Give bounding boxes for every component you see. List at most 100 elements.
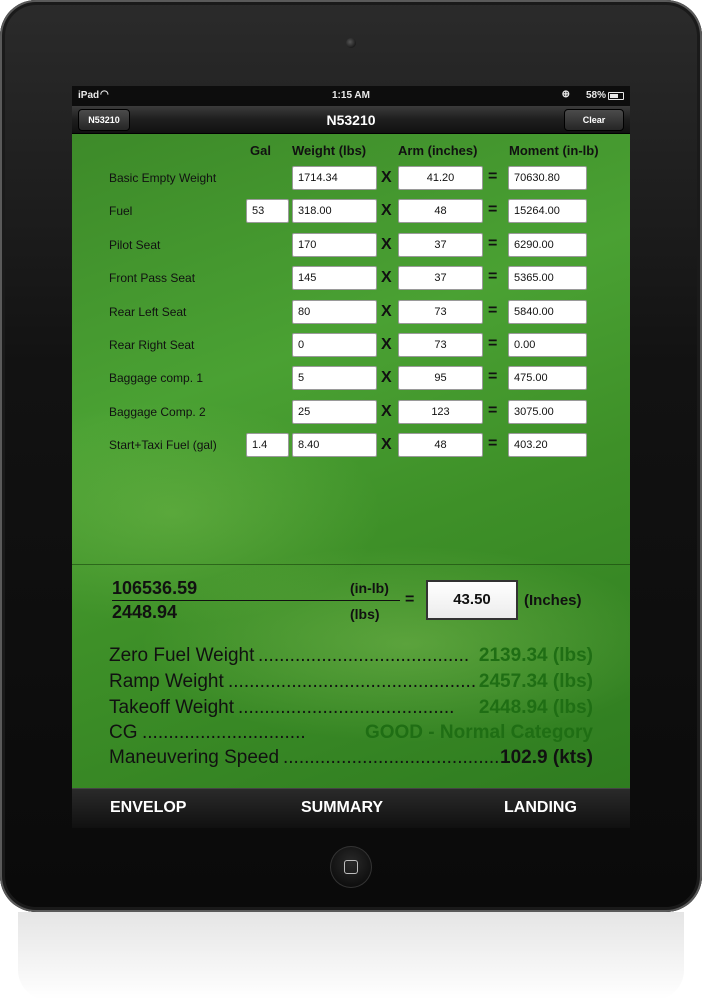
moment-field[interactable]: 6290.00 <box>508 233 587 257</box>
ipad-frame: iPad ◠ 1:15 AM ⊕ 58% N53210 N53210 Clear… <box>0 0 702 912</box>
equals-sign: = <box>488 335 498 352</box>
moment-field[interactable]: 70630.80 <box>508 166 587 190</box>
weight-unit: (lbs) <box>350 606 380 622</box>
summary-value: GOOD - Normal Category <box>364 722 593 743</box>
row-label: Start+Taxi Fuel (gal) <box>109 438 217 452</box>
tab-landing[interactable]: LANDING <box>504 799 577 817</box>
equals-sign: = <box>488 435 498 452</box>
summary-row: Takeoff Weight..........................… <box>109 697 593 721</box>
equals-sign: = <box>488 268 498 285</box>
moment-field[interactable]: 5365.00 <box>508 266 587 290</box>
weight-field[interactable]: 8.40 <box>292 433 377 457</box>
cg-result-box: 43.50 <box>426 580 518 620</box>
weight-field[interactable]: 145 <box>292 266 377 290</box>
moment-field[interactable]: 0.00 <box>508 333 587 357</box>
navigation-bar: N53210 N53210 Clear Data <box>72 106 630 145</box>
summary-label: CG <box>109 722 138 743</box>
moment-field[interactable]: 403.20 <box>508 433 587 457</box>
summary-row: Ramp Weight.............................… <box>109 671 593 695</box>
moment-field[interactable]: 5840.00 <box>508 300 587 324</box>
camera-dot <box>346 38 356 48</box>
equals-sign: = <box>405 591 415 608</box>
summary-label: Takeoff Weight <box>109 697 234 718</box>
summary-leader-dots: ........................................… <box>283 747 498 768</box>
equals-sign: = <box>488 402 498 419</box>
screen: iPad ◠ 1:15 AM ⊕ 58% N53210 N53210 Clear… <box>72 86 630 828</box>
row-label: Pilot Seat <box>109 238 161 252</box>
weight-field[interactable]: 25 <box>292 400 377 424</box>
multiply-sign: X <box>381 202 392 219</box>
weight-field[interactable]: 318.00 <box>292 199 377 223</box>
weight-field[interactable]: 1714.34 <box>292 166 377 190</box>
arm-field[interactable]: 37 <box>398 233 483 257</box>
summary-label: Zero Fuel Weight <box>109 645 255 666</box>
summary-row: CG............................... GOOD - … <box>109 722 593 746</box>
rotation-lock-icon: ⊕ <box>561 89 570 100</box>
weight-field[interactable]: 170 <box>292 233 377 257</box>
weight-balance-panel: Gal Weight (lbs) Arm (inches) Moment (in… <box>72 134 630 788</box>
moment-field[interactable]: 3075.00 <box>508 400 587 424</box>
home-square-icon <box>344 860 358 874</box>
arm-field[interactable]: 41.20 <box>398 166 483 190</box>
header-gal: Gal <box>250 143 271 158</box>
arm-field[interactable]: 73 <box>398 333 483 357</box>
summary-label: Maneuvering Speed <box>109 747 280 768</box>
summary-row: Maneuvering Speed.......................… <box>109 747 593 771</box>
arm-field[interactable]: 95 <box>398 366 483 390</box>
page-title: N53210 <box>326 112 376 128</box>
weight-field[interactable]: 0 <box>292 333 377 357</box>
summary-leader-dots: ............................... <box>142 722 306 743</box>
multiply-sign: X <box>381 336 392 353</box>
fraction-line <box>112 600 400 601</box>
summary-label: Ramp Weight <box>109 671 224 692</box>
tab-envelop[interactable]: ENVELOP <box>110 799 186 817</box>
summary-row: Zero Fuel Weight........................… <box>109 645 593 669</box>
header-arm: Arm (inches) <box>398 143 478 158</box>
summary-leader-dots: ........................................… <box>238 697 455 718</box>
weight-field[interactable]: 80 <box>292 300 377 324</box>
multiply-sign: X <box>381 303 392 320</box>
multiply-sign: X <box>381 403 392 420</box>
moment-field[interactable]: 475.00 <box>508 366 587 390</box>
clear-data-button[interactable]: Clear Data <box>564 109 624 145</box>
gal-field[interactable]: 53 <box>246 199 289 223</box>
multiply-sign: X <box>381 436 392 453</box>
tab-summary[interactable]: SUMMARY <box>301 799 383 817</box>
gal-field[interactable]: 1.4 <box>246 433 289 457</box>
arm-field[interactable]: 123 <box>398 400 483 424</box>
row-label: Rear Right Seat <box>109 338 195 352</box>
summary-leader-dots: ........................................ <box>258 645 470 666</box>
multiply-sign: X <box>381 369 392 386</box>
summary-value: 2457.34 (lbs) <box>478 671 593 692</box>
cg-result-unit: (Inches) <box>524 592 582 609</box>
arm-field[interactable]: 37 <box>398 266 483 290</box>
arm-field[interactable]: 73 <box>398 300 483 324</box>
multiply-sign: X <box>381 269 392 286</box>
equals-sign: = <box>488 302 498 319</box>
row-label: Baggage Comp. 2 <box>109 405 206 419</box>
status-bar: iPad ◠ 1:15 AM ⊕ 58% <box>72 86 630 106</box>
row-label: Basic Empty Weight <box>109 171 217 185</box>
battery-icon <box>608 92 624 100</box>
equals-sign: = <box>488 168 498 185</box>
moment-field[interactable]: 15264.00 <box>508 199 587 223</box>
summary-value: 2448.94 (lbs) <box>478 697 593 718</box>
summary-value: 2139.34 (lbs) <box>478 645 593 666</box>
equals-sign: = <box>488 201 498 218</box>
device-reflection <box>18 912 684 1000</box>
row-label: Fuel <box>109 204 133 218</box>
summary-leader-dots: ........................................… <box>228 671 477 692</box>
arm-field[interactable]: 48 <box>398 433 483 457</box>
weight-field[interactable]: 5 <box>292 366 377 390</box>
header-weight: Weight (lbs) <box>292 143 367 158</box>
multiply-sign: X <box>381 236 392 253</box>
home-button[interactable] <box>330 846 372 888</box>
divider <box>72 564 630 565</box>
row-label: Rear Left Seat <box>109 305 187 319</box>
status-time: 1:15 AM <box>332 90 370 101</box>
row-label: Baggage comp. 1 <box>109 371 204 385</box>
row-label: Front Pass Seat <box>109 271 196 285</box>
equals-sign: = <box>488 368 498 385</box>
arm-field[interactable]: 48 <box>398 199 483 223</box>
total-moment: 106536.59 <box>112 578 198 598</box>
